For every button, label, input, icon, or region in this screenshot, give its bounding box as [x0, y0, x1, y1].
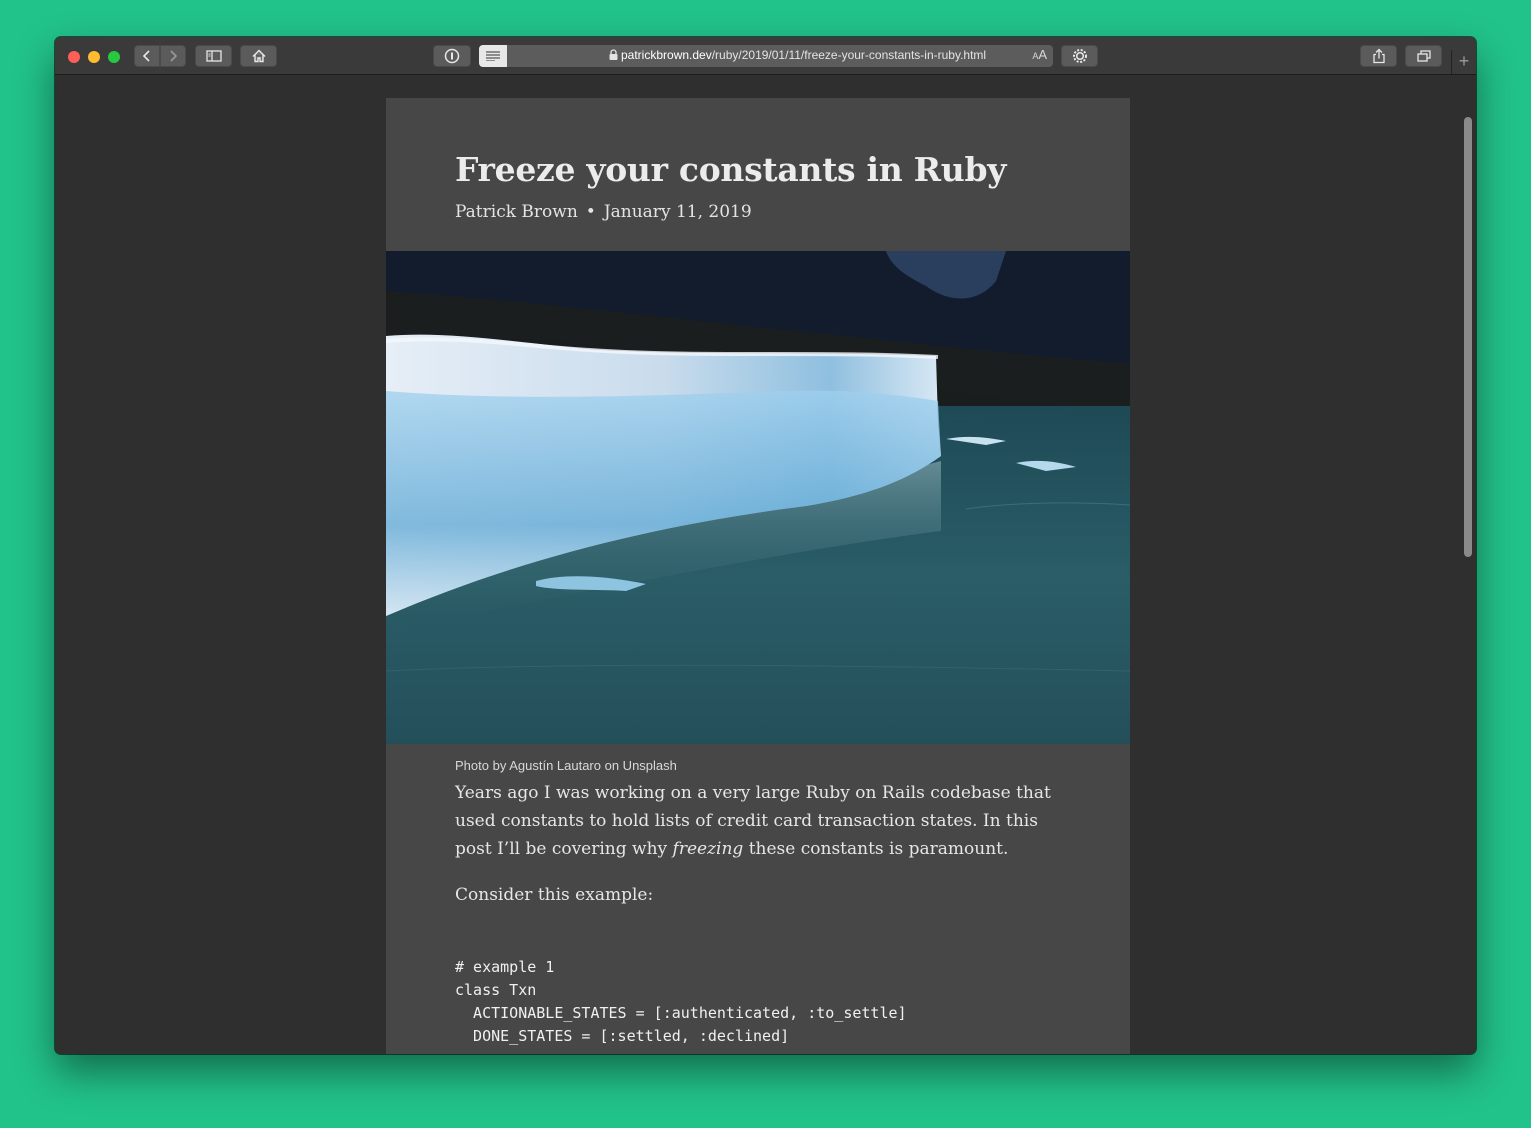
- url-host: patrickbrown.dev: [621, 48, 712, 62]
- browser-window: patrickbrown.dev/ruby/2019/01/11/freeze-…: [55, 37, 1476, 1054]
- meta-separator: •: [585, 202, 596, 222]
- share-button[interactable]: [1360, 45, 1397, 67]
- new-tab-button[interactable]: +: [1451, 50, 1476, 74]
- minimize-window-button[interactable]: [88, 51, 100, 63]
- password-manager-button[interactable]: [433, 45, 471, 67]
- reader-view-button[interactable]: [479, 45, 507, 67]
- article: Freeze your constants in Ruby Patrick Br…: [386, 98, 1130, 1054]
- code-line: ACTIONABLE_STATES = [:authenticated, :to…: [455, 1004, 907, 1022]
- article-title: Freeze your constants in Ruby: [455, 150, 1007, 189]
- zoom-window-button[interactable]: [108, 51, 120, 63]
- url-path: /ruby/2019/01/11/freeze-your-constants-i…: [711, 48, 987, 62]
- article-meta: Patrick Brown • January 11, 2019: [455, 202, 752, 222]
- publish-date: January 11, 2019: [603, 202, 752, 222]
- reader-icon: [486, 51, 500, 61]
- close-window-button[interactable]: [68, 51, 80, 63]
- share-icon: [1372, 48, 1385, 64]
- author-name: Patrick Brown: [455, 202, 578, 222]
- forward-button[interactable]: [160, 45, 186, 67]
- code-block: # example 1 class Txn ACTIONABLE_STATES =…: [455, 956, 907, 1048]
- chevron-right-icon: [170, 50, 178, 62]
- browser-toolbar: patrickbrown.dev/ruby/2019/01/11/freeze-…: [55, 37, 1476, 75]
- text-size-large-glyph: A: [1038, 47, 1047, 62]
- glacier-photo: [386, 251, 1130, 744]
- code-line: class Txn: [455, 981, 537, 999]
- photo-caption: Photo by Agustín Lautaro on Unsplash: [455, 758, 677, 773]
- home-icon: [252, 49, 265, 63]
- tab-overview-button[interactable]: [1405, 45, 1442, 67]
- password-manager-icon: [444, 48, 460, 64]
- sidebar-button[interactable]: [195, 45, 232, 67]
- intro-emphasis: freezing: [672, 839, 744, 859]
- gear-icon: [1072, 49, 1087, 63]
- url-text: patrickbrown.dev/ruby/2019/01/11/freeze-…: [609, 48, 986, 62]
- intro-paragraph: Years ago I was working on a very large …: [455, 779, 1065, 863]
- tabs-icon: [1416, 50, 1431, 62]
- extension-button[interactable]: [1061, 45, 1098, 67]
- scrollbar-thumb[interactable]: [1464, 117, 1472, 557]
- sidebar-icon: [205, 50, 222, 62]
- intro-text-2: these constants is paramount.: [743, 839, 1009, 859]
- back-button[interactable]: [134, 45, 160, 67]
- home-button[interactable]: [240, 45, 277, 67]
- consider-paragraph: Consider this example:: [455, 885, 654, 905]
- chevron-left-icon: [142, 50, 150, 62]
- code-line: # example 1: [455, 958, 555, 976]
- code-line: DONE_STATES = [:settled, :declined]: [455, 1027, 790, 1045]
- lock-icon: [609, 49, 618, 60]
- page-viewport: Freeze your constants in Ruby Patrick Br…: [55, 75, 1476, 1054]
- text-size-button[interactable]: AA: [1032, 47, 1047, 62]
- address-bar[interactable]: patrickbrown.dev/ruby/2019/01/11/freeze-…: [479, 45, 1053, 67]
